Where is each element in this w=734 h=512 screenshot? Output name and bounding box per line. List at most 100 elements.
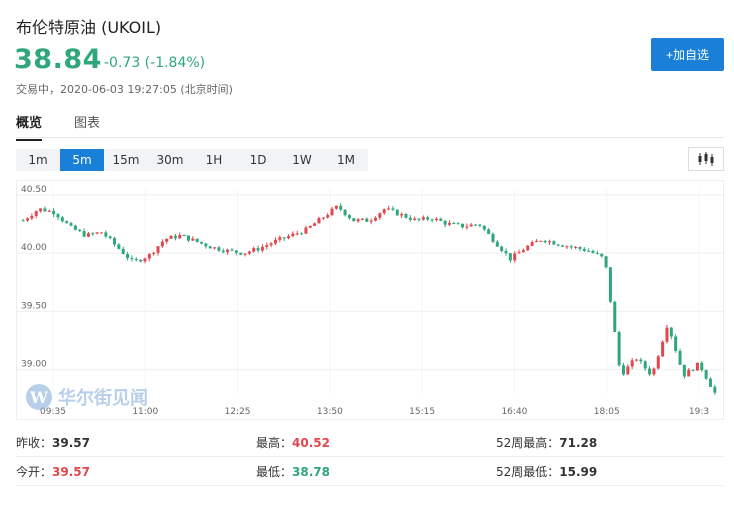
candle-body bbox=[574, 246, 578, 248]
instrument-title: 布伦特原油 (UKOIL) bbox=[16, 18, 162, 37]
candle-body bbox=[648, 368, 652, 375]
candle-body bbox=[661, 341, 665, 357]
candle-body bbox=[508, 253, 512, 261]
candle-body bbox=[421, 217, 425, 220]
candle-body bbox=[452, 223, 456, 225]
candle-body bbox=[191, 238, 195, 241]
y-tick-label: 40.50 bbox=[21, 185, 47, 195]
candle-body bbox=[26, 218, 30, 221]
candle-body bbox=[282, 237, 286, 239]
interval-1mo[interactable]: 1M bbox=[324, 149, 368, 171]
candle-body bbox=[152, 252, 156, 254]
week52-high: 52周最高：71.28 bbox=[496, 435, 598, 450]
candle-body bbox=[521, 250, 525, 253]
interval-5m[interactable]: 5m bbox=[60, 149, 104, 171]
watermark-logo-icon: W bbox=[26, 384, 52, 410]
candle-body bbox=[95, 232, 99, 234]
interval-1h[interactable]: 1H bbox=[192, 149, 236, 171]
tabs-divider bbox=[16, 137, 724, 138]
candle-body bbox=[169, 235, 173, 239]
candle-body bbox=[156, 246, 160, 253]
interval-15m[interactable]: 15m bbox=[104, 149, 148, 171]
open-value: 39.57 bbox=[52, 464, 90, 479]
candle-body bbox=[491, 233, 495, 242]
candle-body bbox=[39, 208, 43, 212]
x-tick-label: 15:15 bbox=[409, 407, 435, 417]
candle-body bbox=[221, 250, 225, 253]
candle-body bbox=[113, 238, 117, 245]
candle-body bbox=[704, 370, 708, 379]
candle-body bbox=[287, 236, 291, 239]
last-price: 38.84 bbox=[14, 44, 102, 75]
candle-body bbox=[382, 209, 386, 214]
chart-type-button[interactable] bbox=[688, 147, 724, 171]
candle-body bbox=[434, 218, 438, 220]
candle-body bbox=[487, 229, 491, 234]
trading-status: 交易中，2020-06-03 19:27:05 (北京时间) bbox=[16, 83, 233, 96]
candle-body bbox=[591, 250, 595, 253]
candle-body bbox=[604, 256, 608, 268]
candle-body bbox=[360, 218, 364, 220]
candle-body bbox=[565, 246, 569, 248]
candle-body bbox=[504, 251, 508, 254]
interval-1w[interactable]: 1W bbox=[280, 149, 324, 171]
week52-low-value: 15.99 bbox=[559, 464, 598, 479]
candle-body bbox=[621, 365, 625, 375]
stats-row: 昨收：39.57 最高：40.52 52周最高：71.28 bbox=[16, 428, 724, 457]
interval-1m[interactable]: 1m bbox=[16, 149, 60, 171]
candle-body bbox=[630, 360, 634, 367]
candle-body bbox=[569, 246, 573, 248]
candle-body bbox=[317, 218, 321, 224]
candle-body bbox=[186, 235, 190, 241]
candle-body bbox=[548, 241, 552, 243]
candle-body bbox=[121, 248, 125, 255]
candle-body bbox=[243, 253, 247, 255]
candle-body bbox=[413, 218, 417, 220]
x-tick-label: 16:40 bbox=[501, 407, 527, 417]
candle-body bbox=[82, 231, 86, 237]
candle-body bbox=[582, 248, 586, 251]
candle-body bbox=[108, 236, 112, 239]
y-tick-label: 39.00 bbox=[21, 360, 47, 370]
candle-body bbox=[678, 350, 682, 365]
candle-body bbox=[374, 217, 378, 221]
day-low: 最低：38.78 bbox=[256, 464, 330, 479]
add-watchlist-button[interactable]: +加自选 bbox=[651, 38, 724, 71]
candle-body bbox=[400, 214, 404, 216]
candlestick-icon bbox=[698, 152, 714, 166]
candle-body bbox=[426, 217, 430, 220]
candle-body bbox=[669, 327, 673, 337]
candle-body bbox=[478, 224, 482, 226]
candle-body bbox=[256, 248, 260, 251]
candle-body bbox=[526, 245, 530, 251]
candle-body bbox=[252, 248, 256, 252]
interval-1d[interactable]: 1D bbox=[236, 149, 280, 171]
candle-body bbox=[217, 247, 221, 251]
candle-body bbox=[430, 219, 434, 221]
candle-body bbox=[482, 225, 486, 230]
candle-body bbox=[356, 219, 360, 222]
candle-body bbox=[556, 244, 560, 246]
candle-body bbox=[404, 214, 408, 218]
candle-body bbox=[395, 209, 399, 216]
candle-body bbox=[99, 232, 103, 234]
candle-body bbox=[587, 250, 591, 252]
candle-body bbox=[30, 215, 34, 219]
candle-body bbox=[330, 208, 334, 216]
candle-body bbox=[461, 223, 465, 228]
interval-30m[interactable]: 30m bbox=[148, 149, 192, 171]
day-high: 最高：40.52 bbox=[256, 435, 330, 450]
candle-body bbox=[52, 210, 56, 215]
candle-body bbox=[308, 225, 312, 228]
watermark: W 华尔街见闻 bbox=[26, 384, 148, 410]
candle-body bbox=[247, 251, 251, 254]
candle-body bbox=[474, 224, 478, 226]
candle-body bbox=[339, 205, 343, 210]
interval-selector: 1m 5m 15m 30m 1H 1D 1W 1M bbox=[16, 149, 368, 171]
candle-body bbox=[543, 240, 547, 243]
candle-body bbox=[517, 252, 521, 254]
candle-body bbox=[304, 227, 308, 234]
candle-body bbox=[47, 210, 51, 212]
candle-body bbox=[213, 247, 217, 249]
candle-body bbox=[656, 356, 660, 369]
